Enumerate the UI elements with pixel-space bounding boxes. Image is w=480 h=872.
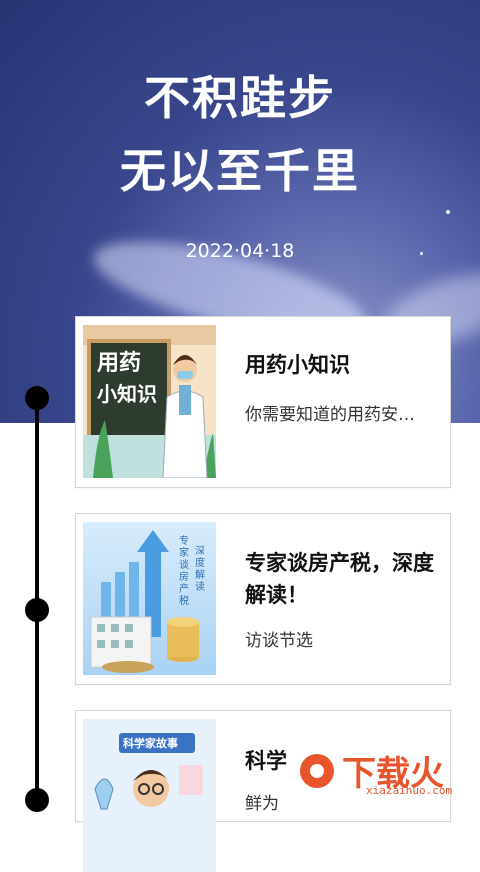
date-label: 2022·04·18: [185, 240, 295, 262]
thumbnail-text: 深度解读: [195, 546, 205, 593]
thumbnail-text: 小知识: [97, 382, 157, 406]
thumbnail-text: 用药: [97, 351, 142, 376]
article-card[interactable]: 用药 小知识 用药小知识 你需要知道的用药安…: [75, 316, 451, 488]
watermark-logo: 下载火 xiazaihuo.com: [278, 742, 478, 800]
article-title: 专家谈房产税，深度解读！: [245, 551, 434, 607]
thumbnail-text: 专家谈房产税: [179, 536, 189, 607]
article-summary: 访谈节选: [245, 631, 313, 651]
article-thumbnail: 用药 小知识: [83, 325, 216, 478]
article-thumbnail: 专家谈房产税 深度解读: [83, 522, 216, 675]
hero-title-line2: 无以至千里: [120, 144, 360, 198]
timeline-dot: [25, 386, 49, 410]
download-icon: [300, 754, 334, 788]
article-summary: 你需要知道的用药安…: [245, 405, 415, 425]
watermark-url: xiazaihuo.com: [366, 784, 453, 797]
hero-title-line1: 不积跬步: [144, 71, 336, 125]
article-thumbnail: 科学家故事: [83, 719, 216, 872]
timeline-dot: [25, 598, 49, 622]
thumbnail-text: 科学家故事: [123, 737, 178, 750]
article-title: 用药小知识: [245, 353, 350, 377]
timeline-dot: [25, 788, 49, 812]
article-card[interactable]: 专家谈房产税 深度解读 专家谈房产税，深度解读！ 访谈节选: [75, 513, 451, 685]
star-icon: [446, 210, 450, 214]
